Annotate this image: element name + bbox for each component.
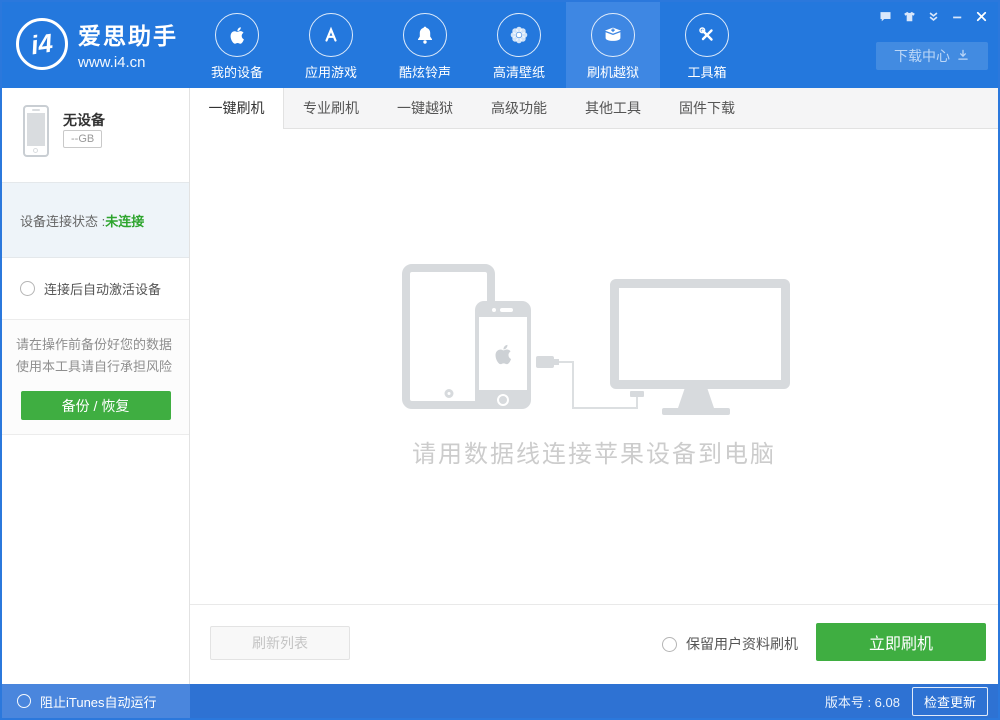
check-update-button[interactable]: 检查更新 (912, 687, 988, 716)
download-center-label: 下载中心 (894, 46, 950, 66)
status-bar: 阻止iTunes自动运行 版本号 : 6.08 检查更新 (2, 684, 998, 718)
connection-status-label: 设备连接状态 : (20, 211, 105, 230)
nav-label: 工具箱 (660, 62, 754, 81)
nav-item-ringtones[interactable]: 酷炫铃声 (378, 2, 472, 88)
nav-item-apps-games[interactable]: 应用游戏 (284, 2, 378, 88)
tab-pro-flash[interactable]: 专业刷机 (284, 88, 378, 128)
flower-icon (497, 13, 541, 57)
auto-activate-label: 连接后自动激活设备 (44, 279, 161, 298)
tab-firmware-download[interactable]: 固件下载 (660, 88, 754, 128)
tab-one-click-jailbreak[interactable]: 一键越狱 (378, 88, 472, 128)
download-center-button[interactable]: 下载中心 (876, 42, 988, 70)
nav-label: 高清壁纸 (472, 62, 566, 81)
app-website: www.i4.cn (78, 54, 178, 71)
app-store-icon (309, 13, 353, 57)
computer-illustration-icon (610, 279, 790, 389)
keep-user-data-radio[interactable] (662, 637, 677, 652)
nav-item-flash-jailbreak[interactable]: 刷机越狱 (566, 2, 660, 88)
tab-other-tools[interactable]: 其他工具 (566, 88, 660, 128)
tab-bar: 一键刷机 专业刷机 一键越狱 高级功能 其他工具 固件下载 (190, 88, 998, 129)
version-label: 版本号 : 6.08 (825, 692, 900, 711)
auto-activate-radio[interactable] (20, 281, 35, 296)
keep-user-data-option[interactable]: 保留用户资料刷机 (662, 634, 798, 654)
keep-user-data-label: 保留用户资料刷机 (686, 634, 798, 654)
nav-label: 酷炫铃声 (378, 62, 472, 81)
bell-icon (403, 13, 447, 57)
block-itunes-radio[interactable] (17, 694, 31, 708)
theme-shirt-icon[interactable] (901, 8, 918, 25)
i4-logo-icon: i4 (16, 18, 68, 70)
warning-panel: 请在操作前备份好您的数据 使用本工具请自行承担风险 备份 / 恢复 (2, 320, 189, 435)
nav-label: 刷机越狱 (566, 62, 660, 81)
devices-illustration (394, 264, 794, 416)
backup-restore-button[interactable]: 备份 / 恢复 (21, 391, 171, 420)
nav-item-wallpapers[interactable]: 高清壁纸 (472, 2, 566, 88)
tab-advanced-features[interactable]: 高级功能 (472, 88, 566, 128)
warning-line-1: 请在操作前备份好您的数据 (2, 334, 189, 356)
download-icon (956, 48, 970, 65)
block-itunes-option[interactable]: 阻止iTunes自动运行 (2, 684, 190, 718)
refresh-list-button[interactable]: 刷新列表 (210, 626, 350, 660)
tools-icon (685, 13, 729, 57)
main-nav: 我的设备 应用游戏 酷炫铃声 高清壁纸 (190, 2, 754, 88)
device-panel: 无设备 --GB (2, 88, 189, 182)
window-controls (877, 8, 990, 25)
nav-item-toolbox[interactable]: 工具箱 (660, 2, 754, 88)
app-title: 爱思助手 (78, 17, 178, 51)
feedback-icon[interactable] (877, 8, 894, 25)
connection-status-value: 未连接 (105, 211, 144, 230)
title-bar: i4 爱思助手 www.i4.cn 我的设备 应用游戏 (2, 2, 998, 88)
device-capacity-badge: --GB (63, 130, 102, 148)
nav-label: 应用游戏 (284, 62, 378, 81)
block-itunes-label: 阻止iTunes自动运行 (40, 692, 157, 711)
open-box-icon (591, 13, 635, 57)
minimize-icon[interactable] (949, 8, 966, 25)
flash-now-button[interactable]: 立即刷机 (816, 623, 986, 661)
usb-plug-icon (536, 356, 554, 368)
tab-one-click-flash[interactable]: 一键刷机 (190, 88, 284, 129)
close-icon[interactable] (973, 8, 990, 25)
device-phone-icon (23, 105, 49, 157)
iphone-illustration-icon (475, 301, 531, 409)
action-bar: 刷新列表 保留用户资料刷机 立即刷机 (190, 604, 998, 684)
app-logo: i4 爱思助手 www.i4.cn (16, 17, 178, 71)
connect-hint-text: 请用数据线连接苹果设备到电脑 (190, 434, 998, 469)
apple-icon (215, 13, 259, 57)
sidebar: 无设备 --GB 设备连接状态 : 未连接 连接后自动激活设备 请在操作前备份好… (2, 88, 190, 684)
logo-monogram: i4 (29, 27, 55, 61)
nav-label: 我的设备 (190, 62, 284, 81)
connect-device-area: 请用数据线连接苹果设备到电脑 (190, 129, 998, 604)
device-name: 无设备 (63, 110, 105, 130)
auto-activate-option[interactable]: 连接后自动激活设备 (2, 258, 189, 320)
nav-item-my-devices[interactable]: 我的设备 (190, 2, 284, 88)
collapse-icon[interactable] (925, 8, 942, 25)
app-window: i4 爱思助手 www.i4.cn 我的设备 应用游戏 (0, 0, 1000, 720)
main-panel: 一键刷机 专业刷机 一键越狱 高级功能 其他工具 固件下载 (190, 88, 998, 684)
warning-line-2: 使用本工具请自行承担风险 (2, 356, 189, 378)
connection-status: 设备连接状态 : 未连接 (2, 182, 189, 258)
